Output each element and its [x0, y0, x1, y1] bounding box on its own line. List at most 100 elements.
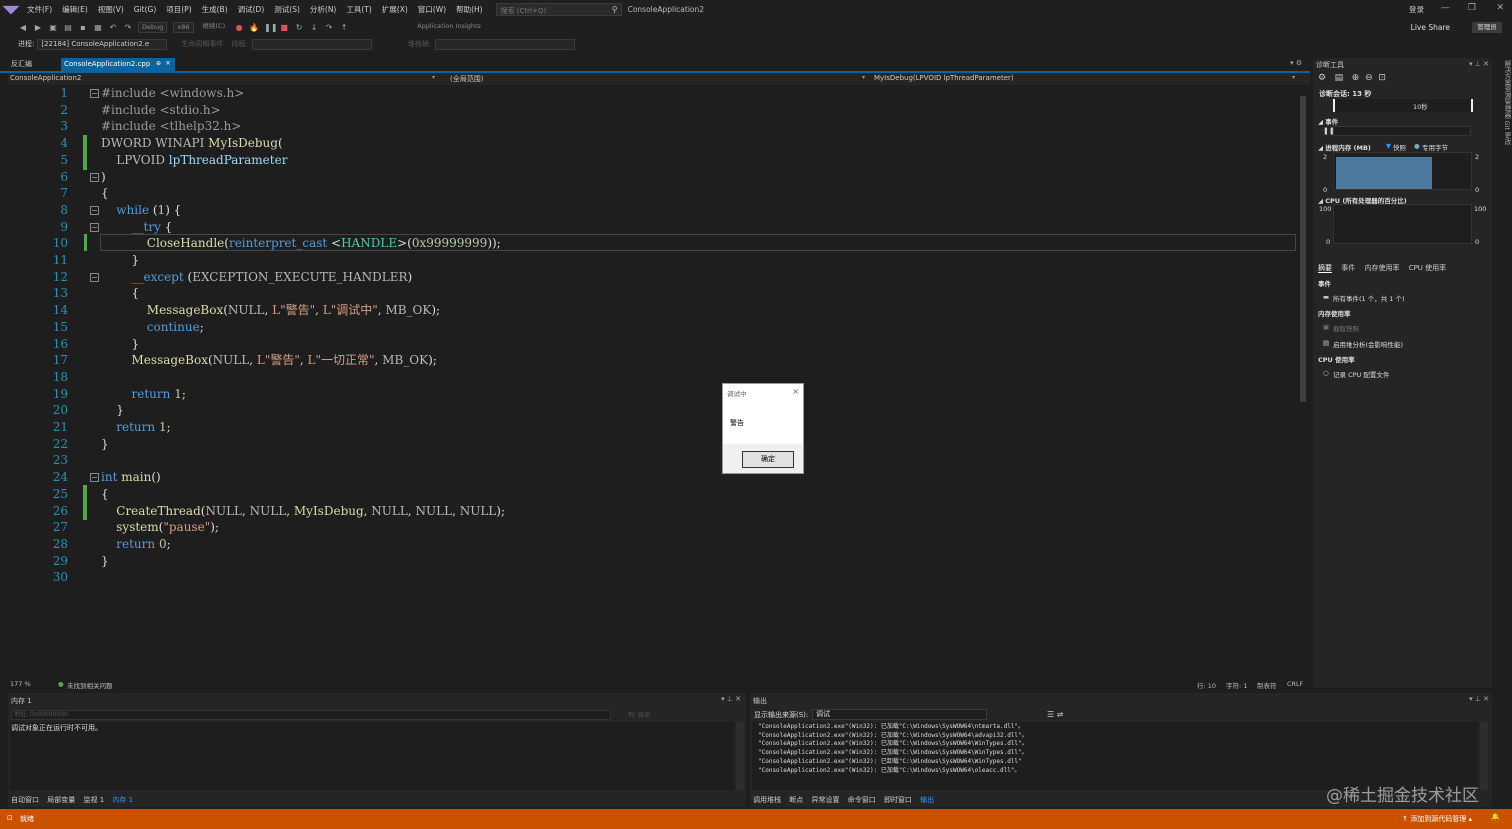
menu-debug[interactable]: 调试(D)	[233, 4, 270, 15]
eol-indicator[interactable]: CRLF	[1287, 680, 1303, 688]
line-indicator[interactable]: 行: 10	[1197, 680, 1216, 690]
pin-icon[interactable]: ⊕	[156, 60, 161, 67]
tab-memory-1[interactable]: 内存 1	[112, 796, 133, 804]
panel-controls-icon[interactable]: ▾ ⊥ ✕	[721, 695, 741, 703]
code-editor[interactable]: 1− #include <windows.h> 2 #include <stdio.h…	[8, 85, 1296, 679]
live-share-button[interactable]: Live Share	[1411, 23, 1450, 32]
undo-icon[interactable]: ↶	[108, 23, 118, 33]
tab-call-stack[interactable]: 调用堆栈	[753, 796, 781, 804]
pause-icon[interactable]: ❚❚	[264, 23, 277, 33]
login-link[interactable]: 登录	[1409, 4, 1424, 15]
reset-zoom-icon[interactable]: ⊡	[1378, 73, 1386, 83]
config-select[interactable]: Debug	[138, 22, 168, 33]
memory-section-header[interactable]: ◢ 进程内存 (MB)	[1318, 142, 1371, 152]
fold-toggle-icon[interactable]: −	[90, 272, 99, 282]
step-out-icon[interactable]: ↑	[339, 23, 349, 33]
cpu-chart[interactable]	[1333, 204, 1472, 244]
visual-studio-logo-icon[interactable]: ◥◤	[0, 0, 22, 19]
search-input[interactable]: 搜索 (Ctrl+Q) ⚲	[495, 3, 622, 16]
platform-select[interactable]: x86	[173, 22, 194, 33]
add-to-source-control[interactable]: ↑ 添加到源代码管理 ▴	[1402, 814, 1472, 824]
back-icon[interactable]: ◀	[18, 23, 28, 33]
menu-edit[interactable]: 编辑(E)	[57, 4, 93, 15]
save-all-icon[interactable]: ▦	[93, 23, 103, 33]
zoom-level[interactable]: 177 %	[10, 680, 31, 688]
side-tool-strip[interactable]: 解决方案资源管理器 Git 更改	[1494, 58, 1512, 688]
redo-icon[interactable]: ↷	[123, 23, 133, 33]
editor-scrollbar-thumb[interactable]	[1300, 96, 1306, 402]
chevron-down-icon[interactable]: ▾	[1292, 74, 1295, 81]
menu-analyze[interactable]: 分析(N)	[305, 4, 341, 15]
menu-file[interactable]: 文件(F)	[22, 4, 57, 15]
code-line[interactable]: 24 − int main()	[8, 469, 1296, 486]
code-line[interactable]: 30	[8, 569, 1296, 586]
code-line[interactable]: 28 return 0;	[8, 536, 1296, 553]
memory-chart[interactable]	[1333, 152, 1472, 190]
memory-scrollbar[interactable]	[736, 722, 744, 790]
events-section-header[interactable]: ◢ 事件	[1318, 116, 1338, 126]
output-scrollbar[interactable]	[1480, 722, 1488, 790]
tab-cpu-usage[interactable]: CPU 使用率	[1409, 264, 1446, 272]
menu-view[interactable]: 视图(V)	[93, 4, 129, 15]
stack-frame-select[interactable]	[435, 38, 576, 50]
menu-help[interactable]: 帮助(H)	[451, 4, 488, 15]
notifications-icon[interactable]: 🔔	[1491, 813, 1500, 821]
application-insights[interactable]: Application Insights	[414, 22, 484, 33]
tab-memory-usage[interactable]: 内存使用率	[1364, 264, 1399, 272]
chevron-down-icon[interactable]: ▾	[432, 74, 435, 81]
nav-function-select[interactable]: MyIsDebug(LPVOID lpThreadParameter)	[874, 74, 1014, 82]
output-source-select[interactable]: 调试	[812, 709, 987, 720]
code-line[interactable]: 3 #include <tlhelp32.h>	[8, 118, 1296, 135]
menu-tools[interactable]: 工具(T)	[341, 4, 376, 15]
fold-toggle-icon[interactable]: −	[90, 205, 99, 215]
menu-window[interactable]: 窗口(W)	[413, 4, 451, 15]
close-icon[interactable]: ✕	[1496, 3, 1504, 13]
settings-icon[interactable]: ⚙	[1318, 73, 1326, 83]
panel-controls-icon[interactable]: ▾ ⊥ ✕	[1469, 695, 1489, 703]
code-line[interactable]: 5 LPVOID lpThreadParameter	[8, 152, 1296, 169]
tab-autos[interactable]: 自动窗口	[11, 796, 39, 804]
tab-locals[interactable]: 局部变量	[47, 796, 75, 804]
tab-watch-1[interactable]: 监视 1	[83, 796, 104, 804]
all-events-link[interactable]: 所有事件(1 个，共 1 个)	[1333, 293, 1405, 303]
panel-controls-icon[interactable]: ▾ ⊥ ✕	[1469, 60, 1489, 68]
step-over-icon[interactable]: ↷	[324, 23, 334, 33]
events-track[interactable]	[1333, 126, 1471, 136]
tab-command-window[interactable]: 命令窗口	[848, 796, 876, 804]
tab-disassembly[interactable]: 反汇编	[11, 59, 32, 69]
code-line[interactable]: 19 return 1;	[8, 386, 1296, 403]
process-select[interactable]: [22184] ConsoleApplication2.e	[37, 38, 168, 50]
restore-icon[interactable]: ❐	[1468, 3, 1476, 13]
code-line[interactable]: 14 MessageBox(NULL, L"警告", L"调试中", MB_OK…	[8, 302, 1296, 319]
dialog-close-icon[interactable]: ×	[792, 387, 799, 396]
open-folder-icon[interactable]: ▤	[63, 23, 73, 33]
thread-select[interactable]	[251, 38, 372, 50]
code-line[interactable]: 26 CreateThread(NULL, NULL, MyIsDebug, N…	[8, 503, 1296, 520]
code-line[interactable]: 6 −)	[8, 169, 1296, 186]
menu-extensions[interactable]: 扩展(X)	[377, 4, 413, 15]
minimize-icon[interactable]: —	[1441, 3, 1450, 13]
char-indicator[interactable]: 字符: 1	[1226, 680, 1247, 690]
tab-exception-settings[interactable]: 异常设置	[811, 796, 839, 804]
address-input[interactable]: 地址: 0x00000000	[11, 710, 611, 720]
code-line[interactable]: 27 system("pause");	[8, 519, 1296, 536]
continue-button[interactable]: 继续(C)	[200, 22, 229, 33]
code-line[interactable]: 17 MessageBox(NULL, L"警告", L"一切正常", MB_O…	[8, 352, 1296, 369]
new-project-icon[interactable]: ▣	[48, 23, 58, 33]
forward-icon[interactable]: ▶	[33, 23, 43, 33]
tab-close-icon[interactable]: ×	[165, 59, 171, 67]
lifecycle-events-button[interactable]: 生命周期事件	[181, 39, 223, 49]
menu-test[interactable]: 测试(S)	[269, 4, 305, 15]
code-line[interactable]: 1 − #include <windows.h>	[8, 85, 1296, 102]
code-line[interactable]: 22}	[8, 436, 1296, 453]
hot-reload-icon[interactable]: 🔥	[249, 23, 259, 33]
record-cpu-profile-button[interactable]: 记录 CPU 配置文件	[1333, 369, 1389, 379]
code-line[interactable]: 25 {	[8, 486, 1296, 503]
code-line[interactable]: 13 {	[8, 285, 1296, 302]
tab-events[interactable]: 事件	[1341, 264, 1355, 272]
code-line[interactable]: 4 DWORD WINAPI MyIsDebug(	[8, 135, 1296, 152]
code-line[interactable]: 15 continue;	[8, 319, 1296, 336]
fold-toggle-icon[interactable]: −	[90, 222, 99, 232]
tab-indicator[interactable]: 制表符	[1257, 680, 1277, 690]
code-line[interactable]: 23	[8, 452, 1296, 469]
